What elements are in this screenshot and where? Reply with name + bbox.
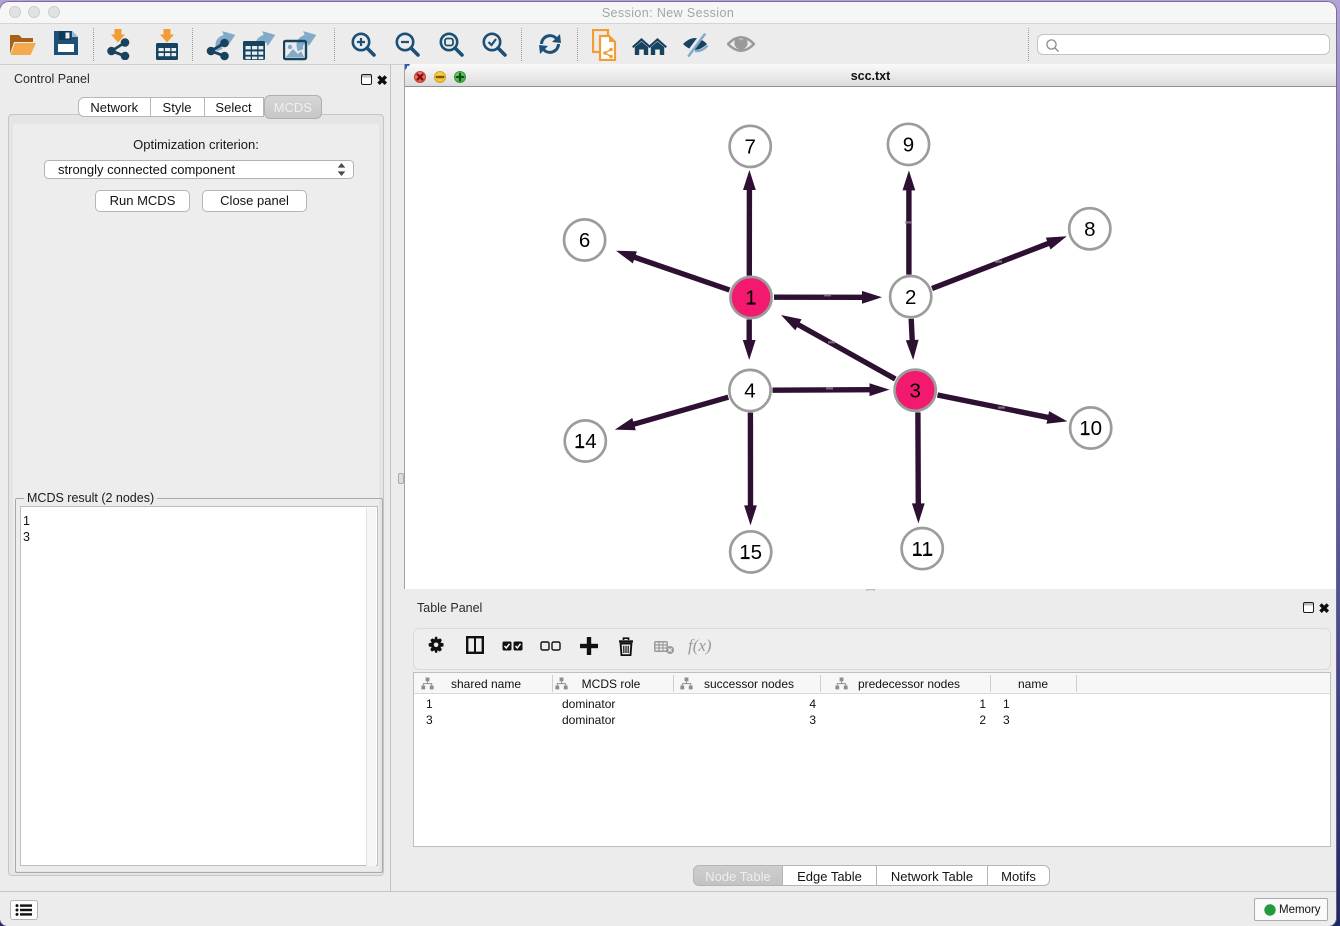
svg-text:4: 4	[744, 380, 755, 403]
svg-text:9: 9	[903, 134, 914, 157]
svg-text:8: 8	[1084, 218, 1095, 241]
svg-text:6: 6	[579, 229, 590, 252]
svg-text:11: 11	[912, 538, 933, 561]
svg-text:3: 3	[909, 379, 920, 402]
svg-text:1: 1	[745, 287, 756, 310]
svg-text:7: 7	[744, 136, 755, 159]
svg-text:14: 14	[574, 430, 597, 453]
svg-text:2: 2	[905, 286, 916, 309]
svg-text:15: 15	[739, 541, 762, 564]
svg-text:10: 10	[1079, 417, 1102, 440]
svg-text:f(x): f(x)	[688, 636, 712, 655]
